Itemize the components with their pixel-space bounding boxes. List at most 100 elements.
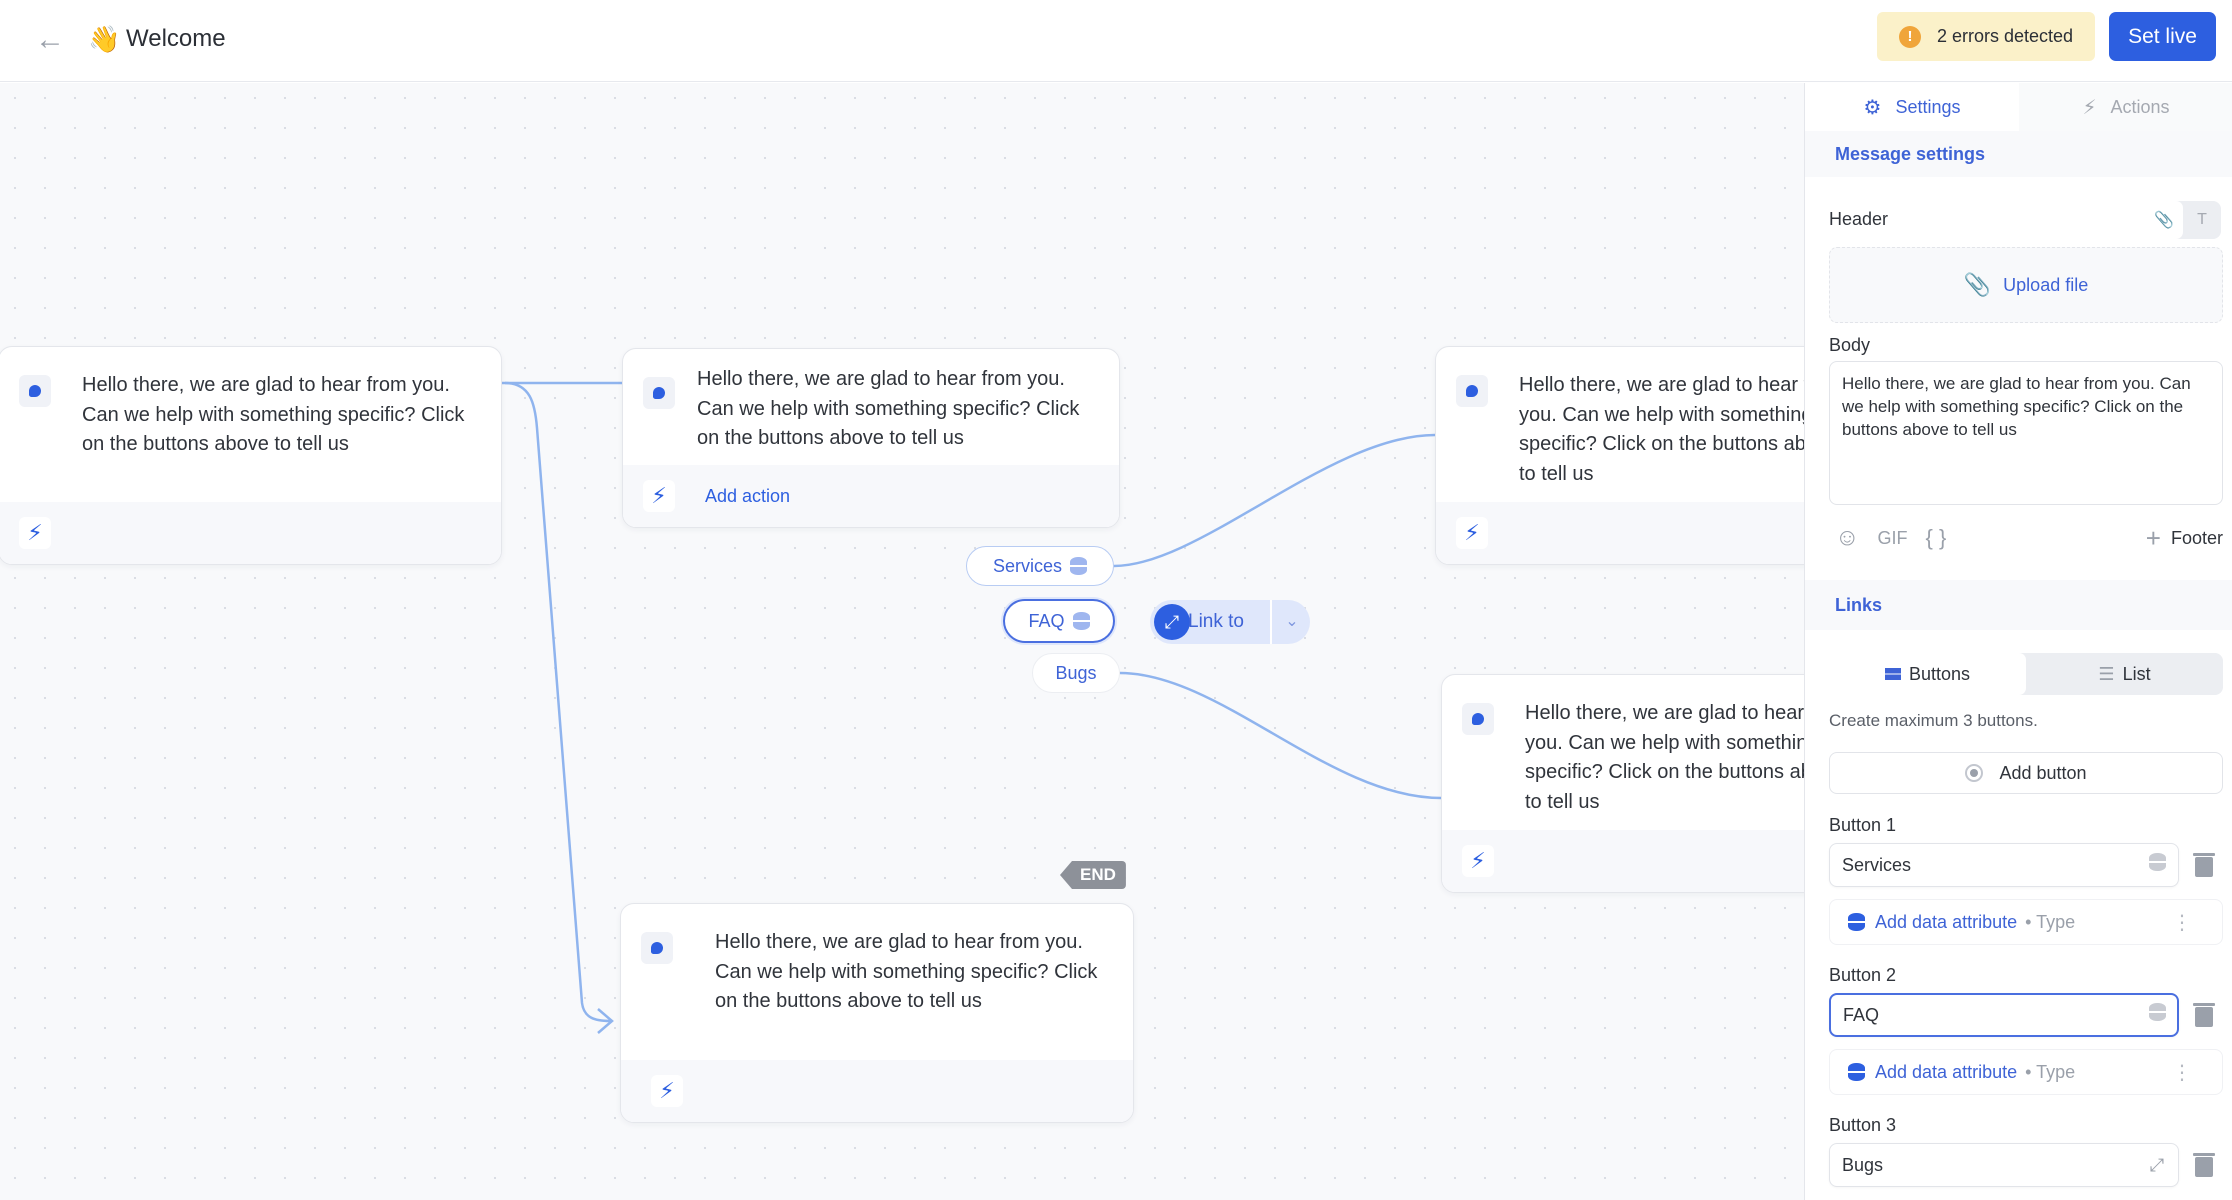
bolt-icon[interactable]: ⚡ <box>1456 517 1488 549</box>
bolt-icon[interactable]: ⚡ <box>19 517 51 549</box>
errors-label: 2 errors detected <box>1937 26 2074 46</box>
message-text: Hello there, we are glad to hear from yo… <box>697 368 1080 449</box>
back-button[interactable]: ← <box>30 20 70 60</box>
body-textarea[interactable]: Hello there, we are glad to hear from yo… <box>1829 361 2223 505</box>
top-bar: ← 👋 Welcome ! 2 errors detected Set live <box>0 0 2232 82</box>
button-3-input[interactable] <box>1829 1143 2179 1187</box>
message-node[interactable]: Hello there, we are glad to hear from yo… <box>0 346 502 565</box>
list-icon: ☰ <box>2098 663 2115 684</box>
footer-label: Footer <box>2170 527 2223 548</box>
message-text: Hello there, we are glad to hear from yo… <box>82 374 465 455</box>
tab-label: Actions <box>2110 96 2170 117</box>
panel-tabs: ⚙ Settings ⚡ Actions <box>1805 83 2232 131</box>
add-action-link[interactable]: Add action <box>705 486 790 507</box>
data-attribute-row: Add data attribute • Type ⋮ <box>1829 899 2223 945</box>
trash-icon[interactable] <box>2193 851 2215 877</box>
tab-actions[interactable]: ⚡ Actions <box>2019 83 2232 131</box>
header-type-toggle: 📎 T <box>2145 201 2221 239</box>
body-label: Body <box>1829 335 1871 355</box>
bolt-icon[interactable]: ⚡ <box>1462 845 1494 877</box>
links-mode-toggle: Buttons ☰ List <box>1829 653 2223 695</box>
variables-icon[interactable]: { } <box>1926 525 1947 551</box>
node-actions-bar: ⚡ <box>0 502 501 564</box>
database-icon <box>1072 612 1090 630</box>
trash-icon[interactable] <box>2193 1001 2215 1027</box>
database-icon[interactable] <box>2145 853 2169 877</box>
data-attribute-row: Add data attribute • Type ⋮ <box>1829 1049 2223 1095</box>
link-to-button[interactable]: ⤢ Link to ⌄ <box>1150 600 1310 644</box>
add-data-attribute-link[interactable]: Add data attribute <box>1875 1062 2017 1083</box>
button-2-input[interactable] <box>1829 993 2179 1037</box>
emoji-icon[interactable]: ☺ <box>1835 524 1860 552</box>
gif-button[interactable]: GIF <box>1878 528 1908 549</box>
divider <box>1270 600 1272 644</box>
button-pill-bugs[interactable]: Bugs <box>1032 653 1120 693</box>
button-pill-faq[interactable]: FAQ <box>1003 599 1115 643</box>
button-1-label: Button 1 <box>1829 815 1897 835</box>
pill-label: Services <box>992 555 1063 576</box>
chevron-down-icon[interactable]: ⌄ <box>1278 600 1306 644</box>
links-heading: Links <box>1805 580 2232 630</box>
node-actions-bar: ⚡ <box>621 1060 1133 1122</box>
settings-panel: ⚙ Settings ⚡ Actions Message settings He… <box>1804 83 2232 1200</box>
buttons-hint: Create maximum 3 buttons. <box>1829 711 2038 730</box>
upload-file-label: Upload file <box>2003 274 2089 295</box>
buttons-mode[interactable]: Buttons <box>1829 653 2026 695</box>
attribute-type: • Type <box>2025 1061 2076 1082</box>
edge-bugs-node4 <box>1119 671 1442 800</box>
more-options-icon[interactable]: ⋮ <box>2172 1060 2192 1085</box>
message-node[interactable]: Hello there, we are glad to hear from yo… <box>1435 346 1804 565</box>
node-actions-bar: ⚡ <box>1442 830 1804 892</box>
mode-label: Buttons <box>1908 663 1971 684</box>
buttons-icon <box>1884 668 1901 680</box>
database-icon <box>1070 557 1088 575</box>
add-button-label: Add button <box>1999 762 2087 783</box>
gear-icon: ⚙ <box>1863 96 1882 119</box>
bolt-icon: ⚡ <box>643 480 675 512</box>
add-data-attribute-link[interactable]: Add data attribute <box>1875 912 2017 933</box>
paperclip-icon[interactable]: 📎 <box>2145 201 2183 239</box>
mode-label: List <box>2122 663 2151 684</box>
button-2-label: Button 2 <box>1829 965 1897 985</box>
message-text: Hello there, we are glad to hear from yo… <box>1519 374 1804 485</box>
flow-title: Welcome <box>126 25 226 52</box>
body-toolbar: ☺ GIF { } + Footer <box>1835 523 2223 553</box>
message-node[interactable]: Hello there, we are glad to hear from yo… <box>622 348 1120 528</box>
node-actions-bar: ⚡ <box>1436 502 1804 564</box>
add-footer-button[interactable]: + Footer <box>2146 523 2223 554</box>
pill-label: FAQ <box>1028 610 1065 631</box>
bolt-icon: ⚡ <box>2082 96 2097 119</box>
edge-node1-node5 <box>504 381 611 1023</box>
bolt-icon[interactable]: ⚡ <box>651 1075 683 1107</box>
header-label: Header <box>1829 209 1889 229</box>
waving-hand-icon: 👋 <box>88 24 121 54</box>
radio-icon <box>1965 764 1984 782</box>
upload-file-dropzone[interactable]: 📎 Upload file <box>1829 247 2223 323</box>
database-icon <box>1848 913 1865 931</box>
flow-canvas[interactable]: Hello there, we are glad to hear from yo… <box>0 83 1804 1200</box>
attribute-type: • Type <box>2025 911 2076 932</box>
database-icon <box>1848 1063 1865 1081</box>
node-actions-bar: ⚡ Add action <box>623 465 1119 527</box>
message-text: Hello there, we are glad to hear from yo… <box>1525 702 1804 813</box>
button-pill-services[interactable]: Services <box>966 546 1114 586</box>
message-node[interactable]: Hello there, we are glad to hear from yo… <box>1441 674 1804 893</box>
link-icon: ⤢ <box>1154 604 1190 640</box>
plus-icon: + <box>2145 522 2161 553</box>
more-options-icon[interactable]: ⋮ <box>2172 910 2192 935</box>
message-node[interactable]: Hello there, we are glad to hear from yo… <box>620 903 1134 1123</box>
trash-icon[interactable] <box>2193 1151 2215 1177</box>
link-icon[interactable]: ⤢ <box>2145 1153 2169 1177</box>
tab-settings[interactable]: ⚙ Settings <box>1805 83 2019 131</box>
set-live-button[interactable]: Set live <box>2109 12 2216 61</box>
button-1-input[interactable] <box>1829 843 2179 887</box>
text-type-icon[interactable]: T <box>2183 201 2221 239</box>
add-button[interactable]: Add button <box>1829 752 2223 794</box>
database-icon[interactable] <box>2145 1003 2169 1027</box>
message-settings-heading: Message settings <box>1805 131 2232 177</box>
pill-label: Bugs <box>1055 662 1097 683</box>
list-mode[interactable]: ☰ List <box>2026 653 2223 695</box>
errors-badge[interactable]: ! 2 errors detected <box>1877 12 2095 61</box>
end-tag: END <box>1060 861 1126 889</box>
warning-icon: ! <box>1899 25 1921 48</box>
